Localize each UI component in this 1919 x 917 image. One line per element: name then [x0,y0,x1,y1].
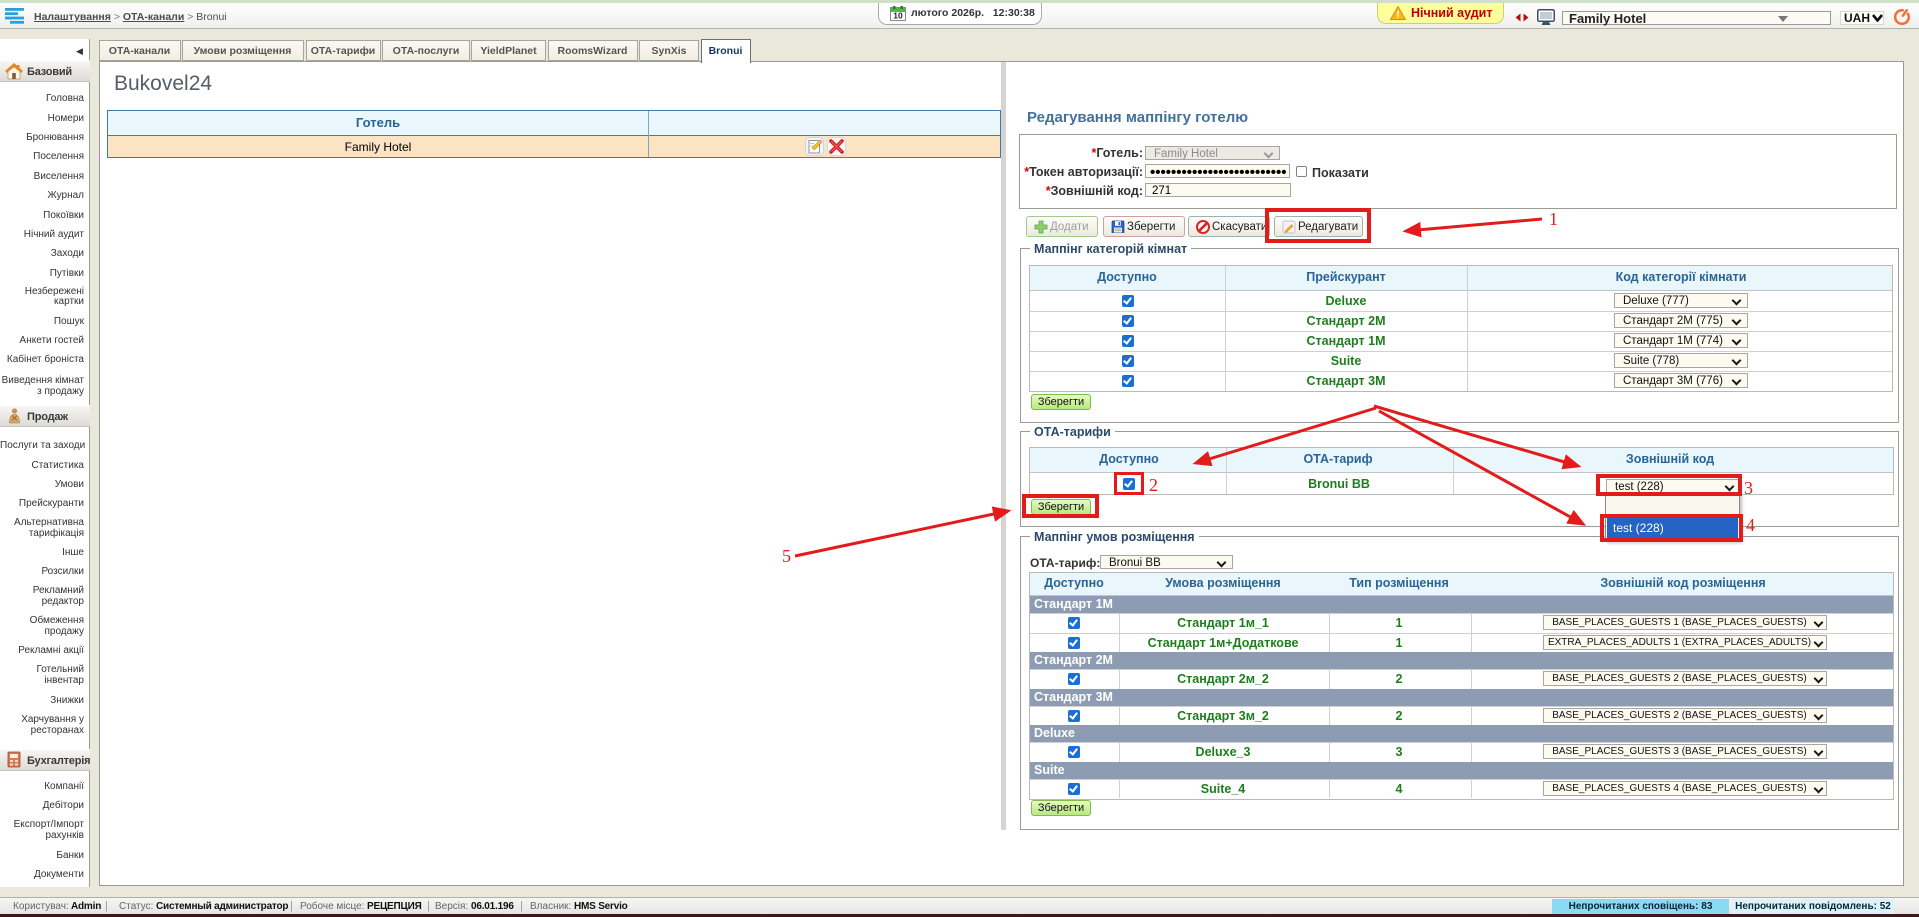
svg-text:10: 10 [893,11,903,21]
svg-text:!: ! [1396,10,1399,20]
